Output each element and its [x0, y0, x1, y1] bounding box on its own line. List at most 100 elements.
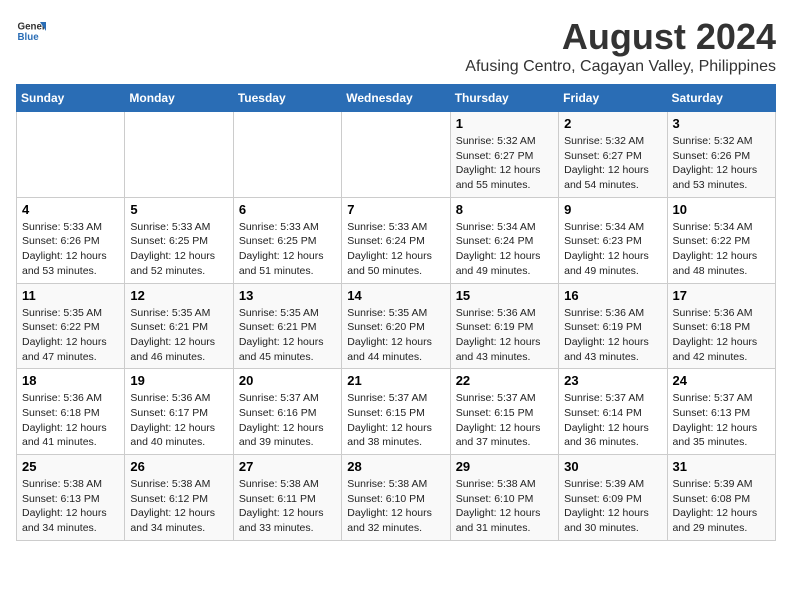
- day-info: Sunrise: 5:39 AM Sunset: 6:09 PM Dayligh…: [564, 477, 661, 536]
- calendar-cell: 10 Sunrise: 5:34 AM Sunset: 6:22 PM Dayli…: [667, 197, 775, 283]
- day-info: Sunrise: 5:38 AM Sunset: 6:12 PM Dayligh…: [130, 477, 227, 536]
- day-info: Sunrise: 5:33 AM Sunset: 6:25 PM Dayligh…: [239, 220, 336, 279]
- day-number: 25: [22, 459, 119, 474]
- day-number: 9: [564, 202, 661, 217]
- calendar-cell: 3Sunrise: 5:32 AM Sunset: 6:26 PM Daylig…: [667, 112, 775, 198]
- day-number: 2: [564, 116, 661, 131]
- logo-icon: General Blue: [16, 16, 46, 46]
- day-number: 23: [564, 373, 661, 388]
- day-info: Sunrise: 5:32 AM Sunset: 6:27 PM Dayligh…: [456, 134, 553, 193]
- day-info: Sunrise: 5:36 AM Sunset: 6:17 PM Dayligh…: [130, 391, 227, 450]
- subtitle: Afusing Centro, Cagayan Valley, Philippi…: [465, 58, 776, 76]
- header-cell-saturday: Saturday: [667, 85, 775, 112]
- calendar-cell: 17 Sunrise: 5:36 AM Sunset: 6:18 PM Dayli…: [667, 283, 775, 369]
- calendar-cell: 4 Sunrise: 5:33 AM Sunset: 6:26 PM Daylig…: [17, 197, 125, 283]
- calendar-cell: 11 Sunrise: 5:35 AM Sunset: 6:22 PM Dayli…: [17, 283, 125, 369]
- calendar-cell: 8Sunrise: 5:34 AM Sunset: 6:24 PM Daylig…: [450, 197, 558, 283]
- logo: General Blue: [16, 16, 46, 46]
- header-cell-thursday: Thursday: [450, 85, 558, 112]
- calendar-cell: [125, 112, 233, 198]
- calendar-cell: 15 Sunrise: 5:36 AM Sunset: 6:19 PM Dayli…: [450, 283, 558, 369]
- day-number: 29: [456, 459, 553, 474]
- calendar-cell: 5Sunrise: 5:33 AM Sunset: 6:25 PM Daylig…: [125, 197, 233, 283]
- calendar-cell: 31 Sunrise: 5:39 AM Sunset: 6:08 PM Dayli…: [667, 455, 775, 541]
- day-number: 31: [673, 459, 770, 474]
- day-number: 6: [239, 202, 336, 217]
- day-number: 7: [347, 202, 444, 217]
- day-info: Sunrise: 5:38 AM Sunset: 6:11 PM Dayligh…: [239, 477, 336, 536]
- day-info: Sunrise: 5:38 AM Sunset: 6:10 PM Dayligh…: [456, 477, 553, 536]
- header-cell-friday: Friday: [559, 85, 667, 112]
- day-info: Sunrise: 5:36 AM Sunset: 6:19 PM Dayligh…: [456, 306, 553, 365]
- day-number: 11: [22, 288, 119, 303]
- week-row-5: 25 Sunrise: 5:38 AM Sunset: 6:13 PM Dayli…: [17, 455, 776, 541]
- week-row-4: 18Sunrise: 5:36 AM Sunset: 6:18 PM Dayli…: [17, 369, 776, 455]
- header: General Blue August 2024 Afusing Centro,…: [16, 16, 776, 76]
- calendar-cell: 20 Sunrise: 5:37 AM Sunset: 6:16 PM Dayli…: [233, 369, 341, 455]
- day-info: Sunrise: 5:39 AM Sunset: 6:08 PM Dayligh…: [673, 477, 770, 536]
- day-info: Sunrise: 5:33 AM Sunset: 6:24 PM Dayligh…: [347, 220, 444, 279]
- calendar-table: SundayMondayTuesdayWednesdayThursdayFrid…: [16, 84, 776, 541]
- header-cell-monday: Monday: [125, 85, 233, 112]
- day-number: 26: [130, 459, 227, 474]
- calendar-cell: 21 Sunrise: 5:37 AM Sunset: 6:15 PM Dayli…: [342, 369, 450, 455]
- day-number: 18: [22, 373, 119, 388]
- day-info: Sunrise: 5:35 AM Sunset: 6:21 PM Dayligh…: [239, 306, 336, 365]
- week-row-3: 11 Sunrise: 5:35 AM Sunset: 6:22 PM Dayli…: [17, 283, 776, 369]
- header-cell-tuesday: Tuesday: [233, 85, 341, 112]
- day-number: 24: [673, 373, 770, 388]
- day-info: Sunrise: 5:32 AM Sunset: 6:27 PM Dayligh…: [564, 134, 661, 193]
- day-info: Sunrise: 5:34 AM Sunset: 6:23 PM Dayligh…: [564, 220, 661, 279]
- header-row: SundayMondayTuesdayWednesdayThursdayFrid…: [17, 85, 776, 112]
- day-info: Sunrise: 5:36 AM Sunset: 6:19 PM Dayligh…: [564, 306, 661, 365]
- day-number: 16: [564, 288, 661, 303]
- day-info: Sunrise: 5:33 AM Sunset: 6:26 PM Dayligh…: [22, 220, 119, 279]
- day-info: Sunrise: 5:36 AM Sunset: 6:18 PM Dayligh…: [673, 306, 770, 365]
- calendar-cell: 13 Sunrise: 5:35 AM Sunset: 6:21 PM Dayli…: [233, 283, 341, 369]
- calendar-cell: 2 Sunrise: 5:32 AM Sunset: 6:27 PM Daylig…: [559, 112, 667, 198]
- calendar-cell: [233, 112, 341, 198]
- calendar-cell: 12Sunrise: 5:35 AM Sunset: 6:21 PM Dayli…: [125, 283, 233, 369]
- header-cell-sunday: Sunday: [17, 85, 125, 112]
- day-number: 14: [347, 288, 444, 303]
- day-info: Sunrise: 5:37 AM Sunset: 6:15 PM Dayligh…: [347, 391, 444, 450]
- day-number: 28: [347, 459, 444, 474]
- day-number: 10: [673, 202, 770, 217]
- day-number: 4: [22, 202, 119, 217]
- day-info: Sunrise: 5:35 AM Sunset: 6:22 PM Dayligh…: [22, 306, 119, 365]
- day-number: 20: [239, 373, 336, 388]
- header-cell-wednesday: Wednesday: [342, 85, 450, 112]
- calendar-cell: 9 Sunrise: 5:34 AM Sunset: 6:23 PM Daylig…: [559, 197, 667, 283]
- calendar-cell: 1 Sunrise: 5:32 AM Sunset: 6:27 PM Daylig…: [450, 112, 558, 198]
- day-number: 17: [673, 288, 770, 303]
- title-section: August 2024 Afusing Centro, Cagayan Vall…: [465, 16, 776, 76]
- day-info: Sunrise: 5:38 AM Sunset: 6:13 PM Dayligh…: [22, 477, 119, 536]
- day-info: Sunrise: 5:38 AM Sunset: 6:10 PM Dayligh…: [347, 477, 444, 536]
- day-info: Sunrise: 5:35 AM Sunset: 6:20 PM Dayligh…: [347, 306, 444, 365]
- day-number: 8: [456, 202, 553, 217]
- calendar-cell: 24Sunrise: 5:37 AM Sunset: 6:13 PM Dayli…: [667, 369, 775, 455]
- calendar-cell: 25 Sunrise: 5:38 AM Sunset: 6:13 PM Dayli…: [17, 455, 125, 541]
- day-number: 1: [456, 116, 553, 131]
- day-info: Sunrise: 5:34 AM Sunset: 6:22 PM Dayligh…: [673, 220, 770, 279]
- calendar-cell: 29 Sunrise: 5:38 AM Sunset: 6:10 PM Dayli…: [450, 455, 558, 541]
- week-row-2: 4 Sunrise: 5:33 AM Sunset: 6:26 PM Daylig…: [17, 197, 776, 283]
- day-info: Sunrise: 5:37 AM Sunset: 6:16 PM Dayligh…: [239, 391, 336, 450]
- calendar-cell: 6 Sunrise: 5:33 AM Sunset: 6:25 PM Daylig…: [233, 197, 341, 283]
- day-info: Sunrise: 5:33 AM Sunset: 6:25 PM Dayligh…: [130, 220, 227, 279]
- day-info: Sunrise: 5:37 AM Sunset: 6:15 PM Dayligh…: [456, 391, 553, 450]
- calendar-cell: 27Sunrise: 5:38 AM Sunset: 6:11 PM Dayli…: [233, 455, 341, 541]
- calendar-cell: 28 Sunrise: 5:38 AM Sunset: 6:10 PM Dayli…: [342, 455, 450, 541]
- calendar-cell: 14 Sunrise: 5:35 AM Sunset: 6:20 PM Dayli…: [342, 283, 450, 369]
- svg-text:Blue: Blue: [18, 32, 40, 43]
- day-number: 30: [564, 459, 661, 474]
- calendar-cell: [342, 112, 450, 198]
- day-number: 12: [130, 288, 227, 303]
- calendar-cell: 26 Sunrise: 5:38 AM Sunset: 6:12 PM Dayli…: [125, 455, 233, 541]
- day-number: 15: [456, 288, 553, 303]
- day-number: 22: [456, 373, 553, 388]
- calendar-cell: 16 Sunrise: 5:36 AM Sunset: 6:19 PM Dayli…: [559, 283, 667, 369]
- day-number: 13: [239, 288, 336, 303]
- calendar-cell: 19Sunrise: 5:36 AM Sunset: 6:17 PM Dayli…: [125, 369, 233, 455]
- day-number: 21: [347, 373, 444, 388]
